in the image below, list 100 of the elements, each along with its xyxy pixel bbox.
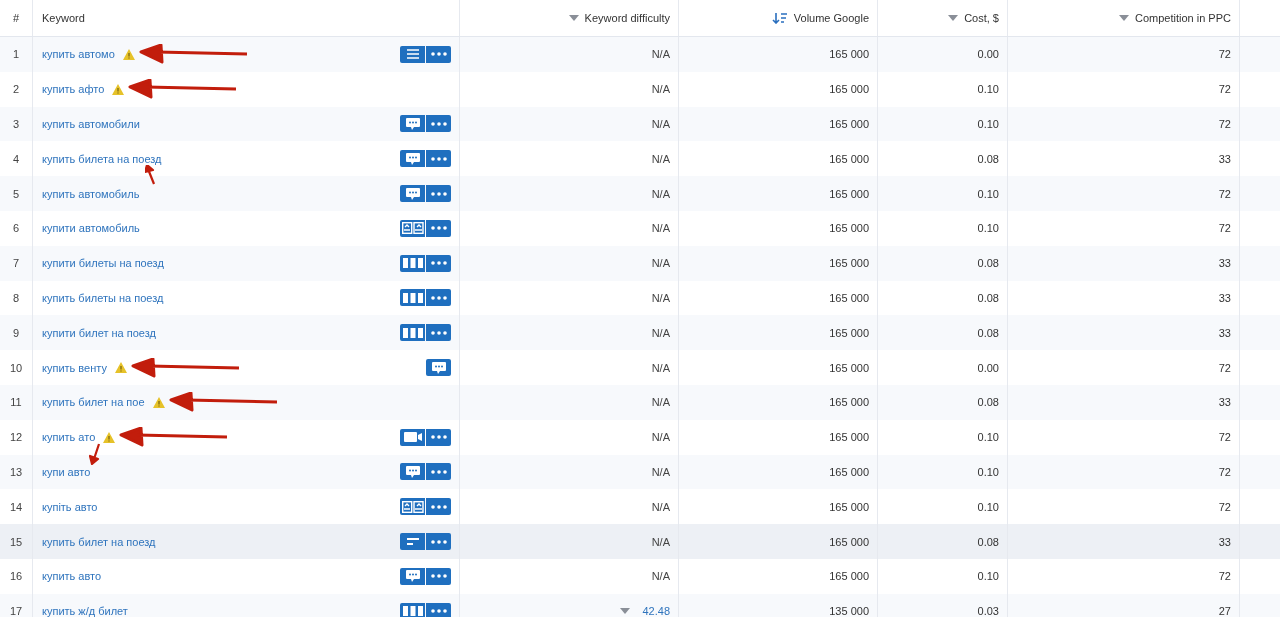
caret-down-icon[interactable] [568,15,579,21]
more-button[interactable] [426,289,451,307]
keyword-link[interactable]: купити билеты на поезд [42,257,164,270]
more-button[interactable] [426,185,451,203]
cost-value: 0.10 [977,222,999,235]
keyword-link[interactable]: купить автомобиль [42,187,140,200]
keyword-link[interactable]: купить билета на поезд [42,152,162,165]
more-button[interactable] [426,219,451,237]
caret-down-icon[interactable] [1119,15,1129,21]
more-button[interactable] [426,150,451,168]
serp-feature-button[interactable] [426,359,451,377]
keyword-difficulty: N/A [651,500,670,513]
serp-feature-button[interactable] [400,463,425,481]
keyword-difficulty: N/A [651,361,670,374]
cost-value: 0.00 [977,361,999,374]
column-header[interactable]: Cost, $ [964,12,999,24]
serp-feature-button[interactable] [400,254,425,272]
search-volume: 165 000 [829,291,869,304]
keyword-link[interactable]: купить автомо [42,48,115,61]
keyword-link[interactable]: купіть авто [42,500,98,513]
column-header[interactable]: # [12,12,20,24]
keyword-difficulty: N/A [651,48,670,61]
keyword-link[interactable]: купить венту [42,361,107,374]
keyword-link[interactable]: купить ж/д билет [42,605,128,617]
row-number: 6 [12,222,20,235]
serp-feature-button[interactable] [400,533,425,551]
image-cards-icon [401,222,424,235]
keyword-link[interactable]: купить автомобили [42,118,140,130]
more-icon [430,504,447,509]
chat-icon [405,465,420,478]
columns-icon [402,292,423,303]
chat-icon [405,570,420,583]
chat-icon [431,361,446,374]
keyword-difficulty: N/A [651,396,670,409]
more-icon [430,191,447,196]
video-icon [403,432,422,443]
keyword-link[interactable]: купити билет на поезд [42,326,156,339]
cost-value: 0.08 [977,291,999,304]
search-volume: 135 000 [829,605,869,617]
keyword-link[interactable]: купить афто [42,83,105,96]
serp-feature-button[interactable] [400,45,425,63]
more-icon [430,226,447,231]
search-volume: 165 000 [829,361,869,374]
serp-feature-button[interactable] [400,567,425,585]
cost-value: 0.08 [977,396,999,409]
keyword-link[interactable]: купить авто [42,570,102,583]
more-icon [430,261,447,266]
keyword-link[interactable]: купить билет на поезд [42,535,156,548]
more-button[interactable] [426,533,451,551]
chat-icon [405,118,420,130]
keyword-link[interactable]: купить билеты на поезд [42,291,164,304]
column-header[interactable]: Keyword difficulty [584,12,670,24]
search-volume: 165 000 [829,222,869,235]
more-button[interactable] [426,45,451,63]
more-icon [430,435,447,440]
keyword-link[interactable]: купи авто [42,465,91,478]
more-button[interactable] [426,602,451,617]
sort-descending-icon[interactable] [771,12,788,24]
more-button[interactable] [426,254,451,272]
serp-feature-button[interactable] [400,602,425,617]
list-icon [406,49,419,60]
more-icon [430,539,447,544]
more-button[interactable] [426,463,451,481]
row-number: 11 [10,396,22,409]
competition-value: 72 [1218,118,1231,130]
serp-feature-button[interactable] [400,185,425,203]
keyword-link[interactable]: купить ато [42,431,96,444]
serp-feature-button[interactable] [400,428,425,446]
serp-feature-button[interactable] [400,219,425,237]
cost-value: 0.10 [977,118,999,130]
cost-value: 0.08 [977,326,999,339]
column-header[interactable]: Volume Google [793,12,869,24]
competition-value: 33 [1218,326,1231,339]
competition-value: 72 [1218,431,1231,444]
keyword-difficulty: N/A [651,187,670,200]
keyword-link[interactable]: купити автомобиль [42,222,140,235]
keyword-difficulty: 42.48 [642,605,670,617]
competition-value: 72 [1218,83,1231,96]
columns-icon [402,258,423,269]
serp-feature-button[interactable] [400,289,425,307]
keyword-link[interactable]: купить билет на пое [42,396,145,409]
more-button[interactable] [426,498,451,516]
serp-feature-button[interactable] [400,150,425,168]
more-button[interactable] [426,115,451,133]
serp-feature-button[interactable] [400,115,425,133]
more-button[interactable] [426,567,451,585]
column-header[interactable]: Competition in PPC [1135,12,1231,24]
serp-feature-button[interactable] [400,324,425,342]
more-button[interactable] [426,428,451,446]
more-icon [430,609,447,614]
caret-down-icon[interactable] [620,608,631,615]
chat-icon [405,152,420,165]
more-button[interactable] [426,324,451,342]
column-header[interactable]: Keyword [42,12,85,24]
more-icon [430,122,447,126]
cost-value: 0.08 [977,152,999,165]
row-number: 14 [9,500,23,513]
caret-down-icon[interactable] [948,15,959,21]
serp-feature-button[interactable] [400,498,425,516]
keyword-difficulty: N/A [651,222,670,235]
